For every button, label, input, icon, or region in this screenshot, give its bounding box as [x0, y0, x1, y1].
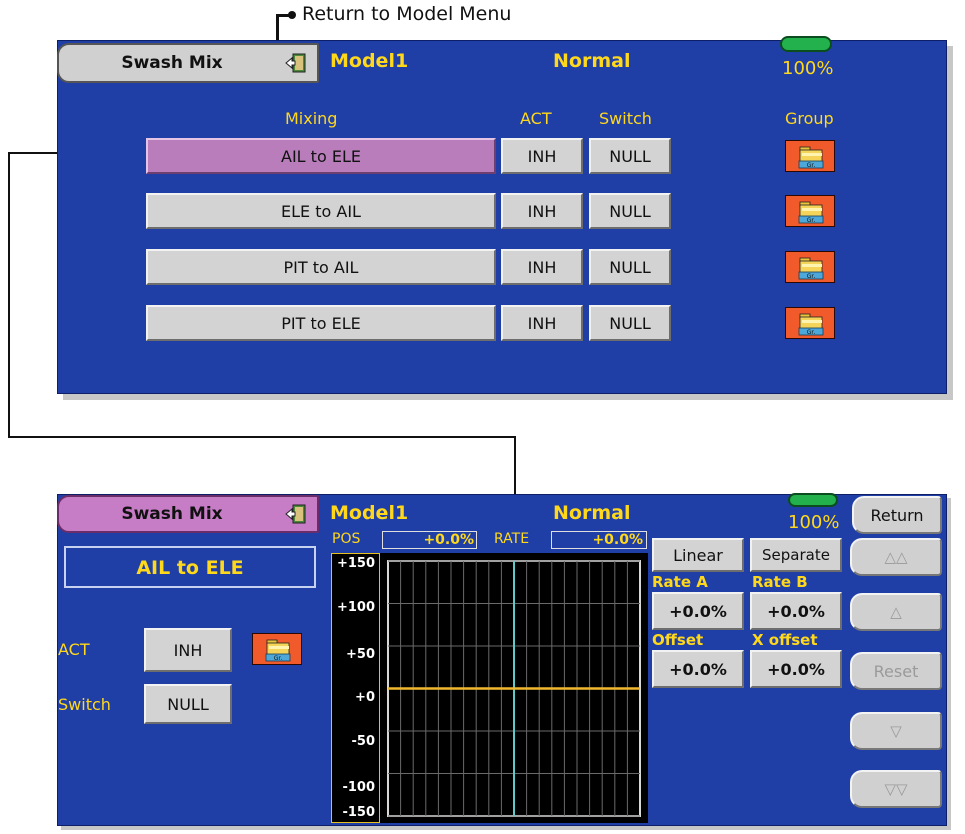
- group-button[interactable]: Gr.: [785, 307, 835, 339]
- connector-line: [8, 436, 516, 438]
- x-offset-label: X offset: [752, 631, 818, 649]
- return-callout-text: Return to Model Menu: [302, 3, 512, 25]
- group-folder-icon: Gr.: [798, 255, 824, 280]
- group-button[interactable]: Gr.: [252, 633, 302, 665]
- rate-a-label: Rate A: [652, 573, 708, 591]
- mix-row-button[interactable]: AIL to ELE: [146, 138, 496, 174]
- battery-icon: [788, 493, 838, 507]
- rate-a-button[interactable]: +0.0%: [652, 592, 744, 630]
- rate-label: RATE: [494, 531, 530, 547]
- group-button[interactable]: Gr.: [785, 195, 835, 227]
- return-door-icon[interactable]: [285, 52, 307, 74]
- act-button[interactable]: INH: [501, 305, 583, 341]
- header-group: Group: [785, 109, 834, 128]
- y-tick-label: +50: [346, 647, 375, 662]
- x-offset-button[interactable]: +0.0%: [750, 650, 842, 688]
- svg-text:Gr.: Gr.: [807, 217, 816, 224]
- mix-row-button[interactable]: PIT to ELE: [146, 305, 496, 341]
- act-button[interactable]: INH: [501, 249, 583, 285]
- group-folder-icon: Gr.: [798, 311, 824, 336]
- y-tick-label: -100: [342, 780, 375, 795]
- step-down-fast-button[interactable]: ▽▽: [850, 770, 942, 808]
- swash-mix-title-tab[interactable]: Swash Mix: [57, 495, 319, 533]
- switch-button[interactable]: NULL: [589, 193, 671, 229]
- battery-icon: [780, 36, 832, 52]
- model-name: Model1: [330, 502, 409, 524]
- y-tick-label: +100: [336, 600, 375, 615]
- group-button[interactable]: Gr.: [785, 140, 835, 172]
- connector-line: [8, 152, 10, 438]
- model-name: Model1: [330, 50, 409, 72]
- condition-name: Normal: [553, 50, 631, 72]
- switch-button[interactable]: NULL: [144, 684, 232, 724]
- rate-b-label: Rate B: [752, 573, 808, 591]
- offset-button[interactable]: +0.0%: [652, 650, 744, 688]
- header-act: ACT: [520, 109, 552, 128]
- connector-line: [514, 436, 516, 494]
- mix-row-button[interactable]: PIT to AIL: [146, 249, 496, 285]
- mix-curve-graph[interactable]: [380, 553, 648, 823]
- mix-name: AIL to ELE: [136, 557, 244, 579]
- curve-type-button[interactable]: Linear: [652, 538, 744, 572]
- battery-percent: 100%: [782, 58, 834, 79]
- switch-button[interactable]: NULL: [589, 138, 671, 174]
- act-label: ACT: [58, 640, 90, 659]
- svg-text:Gr.: Gr.: [807, 329, 816, 336]
- step-down-button[interactable]: ▽: [850, 712, 942, 750]
- switch-label: Switch: [58, 695, 111, 714]
- battery-percent: 100%: [788, 512, 840, 533]
- group-folder-icon: Gr.: [798, 144, 824, 169]
- act-button[interactable]: INH: [501, 138, 583, 174]
- y-tick-label: +0: [355, 690, 375, 705]
- group-folder-icon: Gr.: [798, 199, 824, 224]
- callout-bullet-icon: [288, 11, 296, 19]
- return-button[interactable]: Return: [852, 496, 942, 534]
- y-tick-label: -150: [342, 805, 375, 820]
- svg-text:Gr.: Gr.: [274, 655, 283, 662]
- switch-button[interactable]: NULL: [589, 305, 671, 341]
- return-door-icon[interactable]: [285, 503, 307, 525]
- rate-b-button[interactable]: +0.0%: [750, 592, 842, 630]
- rate-value: +0.0%: [592, 532, 643, 548]
- pos-label: POS: [332, 531, 361, 547]
- y-tick-label: -50: [351, 734, 376, 749]
- act-button[interactable]: INH: [144, 628, 232, 672]
- pos-value: +0.0%: [423, 532, 474, 548]
- group-button[interactable]: Gr.: [785, 251, 835, 283]
- step-up-button[interactable]: △: [850, 593, 942, 631]
- y-tick-label: +150: [336, 556, 375, 571]
- header-switch: Switch: [599, 109, 652, 128]
- svg-text:Gr.: Gr.: [807, 162, 816, 169]
- mix-row-button[interactable]: ELE to AIL: [146, 193, 496, 229]
- step-up-fast-button[interactable]: △△: [850, 538, 942, 576]
- switch-button[interactable]: NULL: [589, 249, 671, 285]
- group-folder-icon: Gr.: [265, 637, 291, 662]
- curve-y-axis-strip: +150 +100 +50 +0 -50 -100 -150: [331, 553, 380, 823]
- separate-mode-button[interactable]: Separate: [750, 538, 842, 572]
- reset-button[interactable]: Reset: [850, 652, 942, 690]
- act-button[interactable]: INH: [501, 193, 583, 229]
- offset-label: Offset: [652, 631, 704, 649]
- condition-name: Normal: [553, 502, 631, 524]
- header-mixing: Mixing: [285, 109, 338, 128]
- swash-mix-title-tab[interactable]: Swash Mix: [57, 43, 319, 83]
- svg-text:Gr.: Gr.: [807, 273, 816, 280]
